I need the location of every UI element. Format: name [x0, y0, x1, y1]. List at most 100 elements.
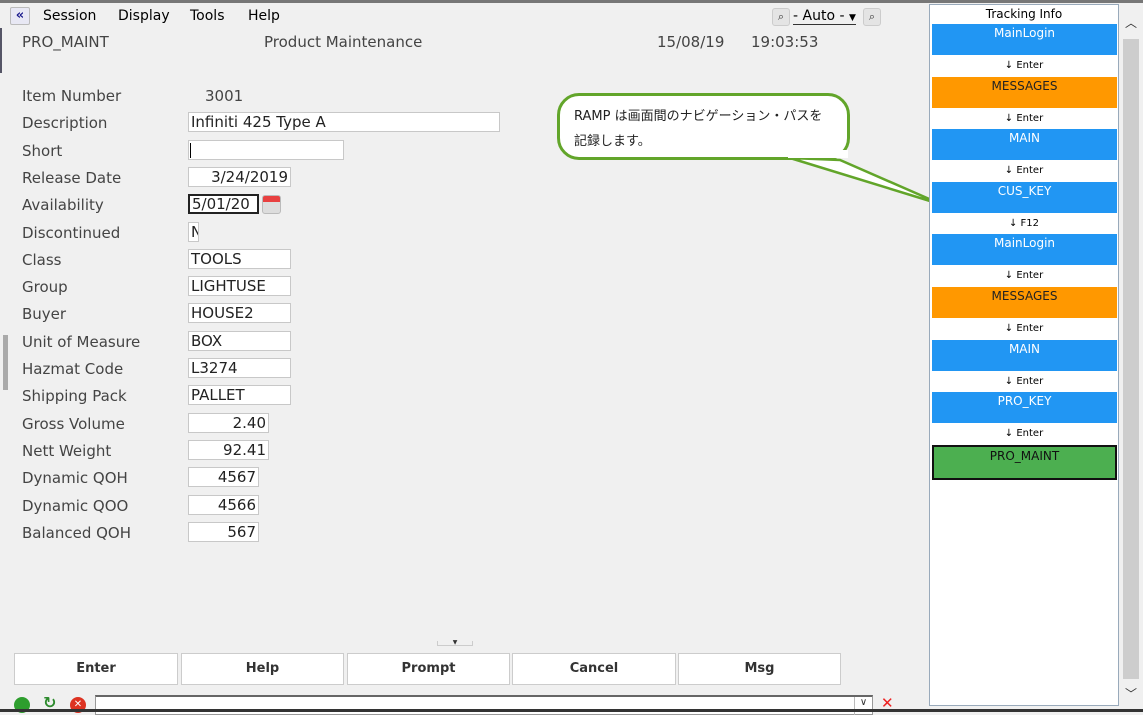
field-label: Dynamic QOO: [22, 496, 129, 515]
transition-key: Enter: [1016, 112, 1044, 124]
header-time: 19:03:53: [751, 33, 819, 51]
msg-button[interactable]: Msg: [678, 653, 841, 685]
scroll-up-icon[interactable]: ︿: [1121, 14, 1141, 31]
cancel-button[interactable]: Cancel: [512, 653, 676, 685]
field-label: Buyer: [22, 305, 67, 324]
field-label: Dynamic QOH: [22, 469, 128, 488]
field-input[interactable]: LIGHTUSE: [188, 276, 291, 297]
field-label: Nett Weight: [22, 441, 112, 460]
calendar-icon[interactable]: [262, 195, 281, 215]
page-title: Product Maintenance: [264, 33, 423, 51]
field-label: Class: [22, 250, 62, 269]
tracking-transition: ↓ Enter: [930, 60, 1118, 71]
help-button[interactable]: Help: [181, 653, 344, 685]
field-label: Short: [22, 141, 63, 160]
field-label: Release Date: [22, 168, 122, 187]
tracking-item-label: CUS_KEY: [997, 183, 1052, 198]
transition-key: Enter: [1016, 428, 1044, 440]
transition-key: F12: [1020, 217, 1040, 229]
zoom-in-icon[interactable]: ⌕: [863, 8, 881, 26]
field-input[interactable]: 4566: [188, 494, 259, 515]
header-date: 15/08/19: [657, 33, 725, 51]
tracking-transition: ↓ F12: [930, 218, 1118, 229]
tracking-item[interactable]: CUS_KEY: [932, 181, 1117, 213]
tracking-item-label: PRO_KEY: [997, 394, 1052, 409]
tracking-item[interactable]: MainLogin: [932, 24, 1117, 55]
tracking-transition: ↓ Enter: [930, 165, 1118, 176]
tracking-item-label: MESSAGES: [991, 289, 1058, 303]
field-label: Hazmat Code: [22, 360, 124, 378]
field-input[interactable]: HOUSE2: [188, 303, 291, 324]
tracking-transition: ↓ Enter: [930, 376, 1118, 387]
down-arrow-icon: ↓: [1004, 165, 1014, 177]
tracking-item[interactable]: MESSAGES: [932, 76, 1117, 108]
transition-key: Enter: [1016, 375, 1044, 387]
tracking-item[interactable]: MAIN: [932, 339, 1117, 371]
scroll-down-icon[interactable]: ﹀: [1121, 685, 1141, 702]
menu-tools[interactable]: Tools: [190, 8, 225, 24]
tracking-item-label: MESSAGES: [991, 78, 1058, 93]
text-cursor: [190, 142, 191, 158]
field-input[interactable]: 5/01/20: [188, 194, 259, 215]
transition-key: Enter: [1016, 323, 1044, 334]
collapse-menu-button[interactable]: «: [10, 7, 30, 25]
tracking-item[interactable]: MAIN: [932, 129, 1117, 161]
field-label: Unit of Measure: [22, 332, 141, 351]
tracking-item[interactable]: PRO_KEY: [932, 392, 1117, 424]
field-label: Discontinued: [22, 223, 121, 242]
field-input[interactable]: 4567: [188, 467, 259, 488]
tracking-title: Tracking Info: [985, 7, 1063, 21]
left-edge: [0, 28, 2, 73]
transition-key: Enter: [1016, 270, 1044, 282]
tracking-item-label: MAIN: [1008, 341, 1041, 356]
enter-button[interactable]: Enter: [14, 653, 178, 685]
down-arrow-icon: ↓: [1004, 375, 1014, 387]
scroll-thumb[interactable]: [1123, 39, 1139, 679]
command-dropdown-icon[interactable]: ∨: [854, 697, 872, 715]
field-input[interactable]: 92.41: [188, 439, 269, 460]
tracking-item-label: PRO_MAINT: [989, 448, 1060, 463]
field-label: Description: [22, 114, 108, 133]
field-input[interactable]: PALLET: [188, 385, 291, 406]
field-input[interactable]: [188, 139, 344, 160]
field-label: Item Number: [22, 87, 122, 105]
down-arrow-icon: ↓: [1008, 217, 1018, 229]
field-input[interactable]: BOX: [188, 330, 291, 351]
tracking-transition: ↓ Enter: [930, 113, 1118, 124]
expand-handle-icon[interactable]: ▼: [437, 640, 473, 646]
window-top-border: [0, 0, 1143, 3]
field-input[interactable]: 3/24/2019: [188, 166, 291, 187]
field-input[interactable]: 2.40: [188, 412, 269, 433]
tracking-item[interactable]: MESSAGES: [932, 287, 1117, 318]
down-arrow-icon: ↓: [1004, 60, 1014, 71]
zoom-out-icon[interactable]: ⌕: [772, 8, 790, 26]
screen-id: PRO_MAINT: [22, 33, 109, 51]
transition-key: Enter: [1016, 165, 1044, 177]
menu-help[interactable]: Help: [248, 8, 280, 24]
command-input[interactable]: ∨: [95, 695, 873, 715]
field-input[interactable]: Infiniti 425 Type A: [188, 112, 500, 133]
menu-session[interactable]: Session: [43, 8, 96, 24]
field-input[interactable]: N: [188, 221, 199, 242]
tracking-item-label: MainLogin: [993, 236, 1056, 251]
tracking-item[interactable]: MainLogin: [932, 234, 1117, 266]
transition-key: Enter: [1016, 60, 1044, 71]
field-input[interactable]: 567: [188, 521, 259, 542]
field-label: Gross Volume: [22, 414, 125, 433]
down-arrow-icon: ↓: [1004, 323, 1014, 334]
menu-display[interactable]: Display: [118, 8, 170, 24]
field-input[interactable]: TOOLS: [188, 248, 291, 269]
down-arrow-icon: ↓: [1004, 428, 1014, 440]
zoom-mode-select[interactable]: - Auto - ▼: [793, 8, 856, 25]
field-input[interactable]: L3274: [188, 358, 291, 378]
field-label: Balanced QOH: [22, 523, 132, 542]
tracking-scrollbar[interactable]: ︿ ﹀: [1121, 4, 1141, 706]
field-label: Group: [22, 278, 68, 297]
field-label: Availability: [22, 196, 104, 215]
callout-tail: [788, 150, 944, 207]
tracking-item[interactable]: PRO_MAINT: [932, 444, 1117, 480]
down-arrow-icon: ↓: [1004, 112, 1014, 124]
prompt-button[interactable]: Prompt: [347, 653, 510, 685]
item-number-value: 3001: [205, 87, 244, 105]
left-splitter-handle[interactable]: [3, 335, 8, 390]
